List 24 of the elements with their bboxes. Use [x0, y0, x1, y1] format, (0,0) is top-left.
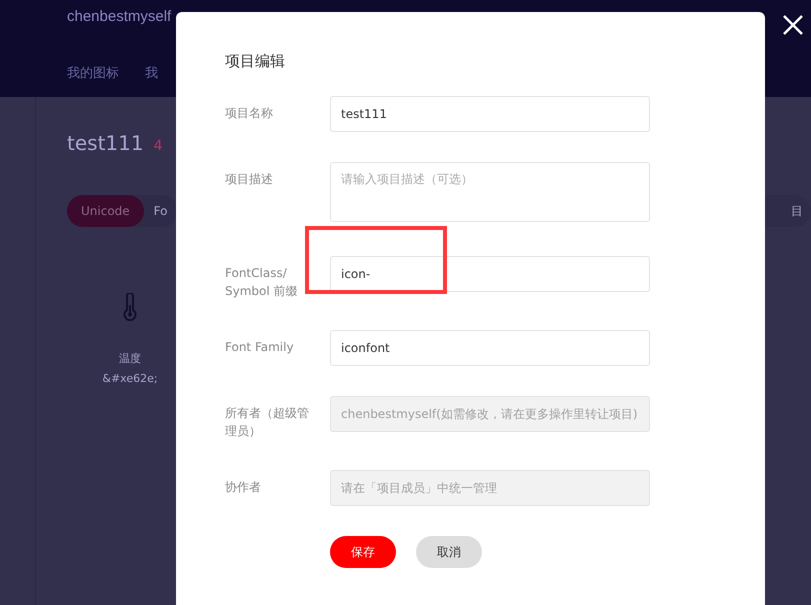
field-label: Font Family: [225, 339, 295, 356]
icon-name: 温度: [119, 351, 141, 366]
icon-code: &#xe62e;: [102, 372, 158, 385]
cancel-button[interactable]: 取消: [416, 536, 482, 568]
tab[interactable]: Unicode: [67, 195, 144, 227]
project-title: test111: [67, 131, 144, 155]
save-button[interactable]: 保存: [330, 536, 396, 568]
thermometer-icon: [123, 293, 137, 321]
field-label: 项目描述: [225, 171, 274, 188]
field-label: 协作者: [225, 479, 262, 496]
description-field[interactable]: 请输入项目描述（可选）: [330, 162, 650, 222]
tab[interactable]: Fo: [144, 195, 178, 227]
input-field[interactable]: icon-: [330, 256, 650, 292]
nav-link[interactable]: 我的图标: [67, 64, 119, 82]
field-label: 所有者（超级管理员）: [225, 405, 310, 440]
field-label: FontClass/ Symbol 前缀: [225, 265, 299, 300]
close-icon[interactable]: [782, 14, 804, 36]
icon-count: 4: [154, 138, 163, 154]
nav-link[interactable]: 我: [145, 64, 158, 82]
username: chenbestmyself: [67, 8, 172, 25]
input-field[interactable]: test111: [330, 96, 650, 132]
dialog-title: 项目编辑: [225, 52, 286, 71]
field-label: 项目名称: [225, 105, 274, 122]
input-field[interactable]: iconfont: [330, 330, 650, 366]
